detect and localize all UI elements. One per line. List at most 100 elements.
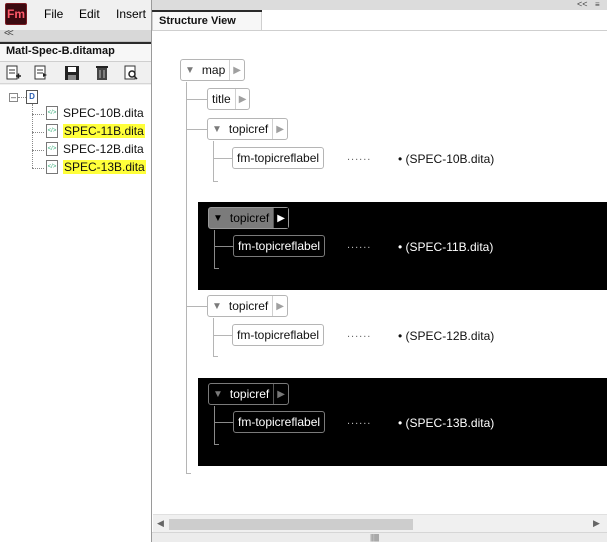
node-label: title [212,92,231,106]
tree-branch [214,422,233,423]
panel-resize-grip[interactable]: |||||||| [152,532,607,542]
node-label: topicref [229,211,270,225]
file-name: SPEC-12B.dita [63,142,144,156]
tree-branch [214,268,219,269]
right-panel-title-strip: << ≡ [152,0,607,10]
node-topicref-2[interactable]: ▼ topicref ▶ [208,207,289,229]
save-icon[interactable] [63,64,83,82]
tree-branch [213,318,214,356]
topicref-file-reference: • (SPEC-13B.dita) [398,416,495,430]
expand-attributes-icon[interactable]: ▶ [273,208,288,228]
tree-connector [32,114,44,115]
node-fm-topicreflabel-4[interactable]: fm-topicreflabel [233,411,326,433]
collapse-triangle-icon[interactable]: ▼ [209,389,226,400]
ditamap-toolbar [0,62,151,84]
ditamap-tab[interactable]: Matl-Spec-B.ditamap [0,42,151,62]
tree-connector [18,97,26,98]
topicref-2-highlight-block: ▼ topicref ▶ fm-topicreflabel ...... • (… [198,202,607,290]
node-label: fm-topicreflabel [237,151,320,165]
topicref-file-reference: • (SPEC-10B.dita) [398,152,495,166]
node-map[interactable]: ▼ map ▶ [180,59,245,81]
collapse-triangle-icon[interactable]: ▼ [209,213,226,224]
horizontal-scrollbar[interactable]: ◀ ▶ [153,514,607,532]
horizontal-scroll-thumb[interactable] [169,519,413,530]
expand-attributes-icon[interactable]: ▶ [273,384,288,404]
tree-connector [32,168,44,169]
node-topicref-4[interactable]: ▼ topicref ▶ [208,383,289,405]
node-fm-topicreflabel-1[interactable]: fm-topicreflabel [232,147,325,169]
node-label: topicref [228,122,269,136]
leader-dots: ...... [347,415,372,427]
scroll-left-arrow-icon[interactable]: ◀ [157,518,164,529]
collapse-triangle-icon[interactable]: ▼ [181,65,198,76]
preview-icon[interactable] [122,64,142,82]
tree-branch [214,444,219,445]
tree-spine [186,82,187,473]
file-name: SPEC-10B.dita [63,106,144,120]
new-topic-icon[interactable] [4,64,24,82]
menu-bar: Fm File Edit Insert [0,0,152,30]
file-name: SPEC-13B.dita [63,160,146,174]
node-label: topicref [229,387,270,401]
tree-connector [32,132,44,133]
panel-menu-icon[interactable]: ≡ [595,0,600,9]
dita-file-icon: </> [46,142,58,156]
menu-insert[interactable]: Insert [116,7,146,21]
structure-tree-canvas: ▼ map ▶ title ▶ ▼ topicref ▶ fm-topicref… [153,31,607,514]
node-label: map [201,63,226,77]
leader-dots: ...... [347,328,372,340]
tree-collapse-toggle[interactable]: – [9,93,18,102]
collapse-left-panel-icon[interactable]: << [4,28,14,39]
node-topicref-1[interactable]: ▼ topicref ▶ [207,118,288,140]
tree-branch [213,335,232,336]
topicref-file-reference: • (SPEC-11B.dita) [398,240,494,254]
dita-file-icon: </> [46,106,58,120]
menu-edit[interactable]: Edit [79,7,100,21]
node-label: fm-topicreflabel [237,328,320,342]
grip-icon[interactable]: |||||||| [370,533,380,542]
leader-dots: ...... [347,151,372,163]
topicref-4-highlight-block: ▼ topicref ▶ fm-topicreflabel ...... • (… [198,378,607,466]
node-label: topicref [228,299,269,313]
dita-file-icon: </> [46,124,58,138]
framemaker-logo: Fm [5,3,27,25]
ditamap-file-tree: – D </> SPEC-10B.dita </> SPEC-11B.dita … [0,85,151,542]
node-label: fm-topicreflabel [238,239,321,253]
file-name: SPEC-11B.dita [63,124,145,138]
scroll-right-arrow-icon[interactable]: ▶ [593,518,600,529]
tree-branch [186,99,207,100]
collapse-right-panel-icon[interactable]: << [577,0,588,9]
active-tab-indicator [152,10,262,12]
tree-branch [214,230,215,268]
collapse-triangle-icon[interactable]: ▼ [208,301,225,312]
menu-file[interactable]: File [44,7,63,21]
leader-dots: ...... [347,239,372,251]
tree-branch [214,406,215,444]
tree-branch [214,246,233,247]
tree-branch [186,129,207,130]
active-tab-indicator [0,42,151,44]
left-panel-collapse-strip: << [0,28,151,42]
delete-icon[interactable] [93,64,113,82]
tree-branch [213,181,218,182]
ditamap-icon: D [26,90,38,104]
node-fm-topicreflabel-3[interactable]: fm-topicreflabel [232,324,325,346]
node-topicref-3[interactable]: ▼ topicref ▶ [207,295,288,317]
tree-branch [186,306,207,307]
tree-branch [213,141,214,181]
expand-attributes-icon[interactable]: ▶ [272,296,287,316]
structure-view-panel: << ≡ Structure View ▼ map ▶ title ▶ ▼ to… [151,0,607,542]
tree-connector [32,150,44,151]
topicref-file-reference: • (SPEC-12B.dita) [398,329,495,343]
insert-topic-icon[interactable] [32,64,52,82]
collapse-triangle-icon[interactable]: ▼ [208,124,225,135]
expand-attributes-icon[interactable]: ▶ [229,60,244,80]
node-fm-topicreflabel-2[interactable]: fm-topicreflabel [233,235,326,257]
structure-view-tab[interactable]: Structure View [152,10,262,31]
tree-branch [213,158,232,159]
expand-attributes-icon[interactable]: ▶ [272,119,287,139]
tree-branch [213,356,218,357]
tree-spine-end [186,473,191,474]
expand-attributes-icon[interactable]: ▶ [234,89,250,109]
node-title[interactable]: title ▶ [207,88,251,110]
